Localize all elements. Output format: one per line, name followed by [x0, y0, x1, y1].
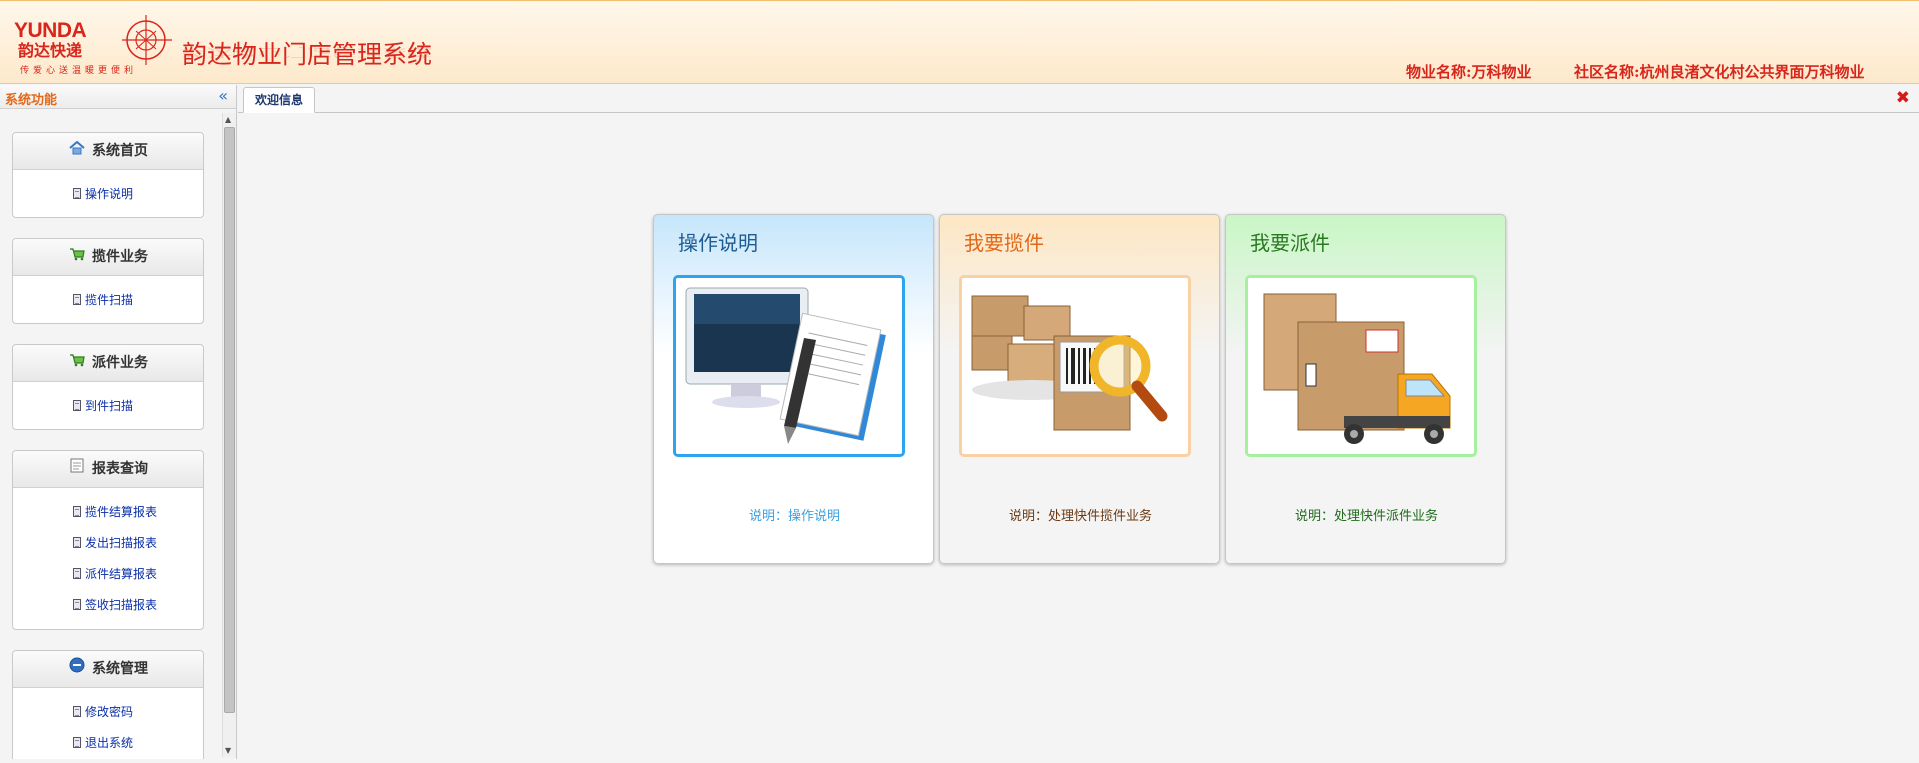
app-title-reflection: 韵达物业门店管理系统 — [182, 45, 433, 59]
home-icon — [68, 133, 86, 169]
document-icon — [73, 400, 81, 411]
menu-item-change-password[interactable]: 修改密码 — [13, 697, 203, 728]
sidebar-title: 系统功能 — [5, 93, 58, 108]
minus-circle-icon — [68, 651, 86, 687]
scroll-up-arrow-icon[interactable]: ▲ — [225, 115, 231, 124]
card-description: 说明：处理快件派件业务 — [1294, 509, 1438, 524]
menu-panel-home: 系统首页 操作说明 — [12, 132, 204, 218]
card-description: 说明：处理快件揽件业务 — [1008, 509, 1152, 524]
tab-welcome[interactable]: 欢迎信息 — [243, 87, 315, 113]
document-icon — [73, 506, 81, 517]
scroll-down-arrow-icon[interactable]: ▼ — [225, 746, 231, 755]
menu-panel-reports: 报表查询 揽件结算报表 发出扫描报表 派件结算报表 签收扫描报表 — [12, 450, 204, 630]
sidebar: 系统功能 « 系统首页 操作说明 揽件业务 揽件扫描 派件业务 到件扫描 报表查… — [0, 85, 237, 759]
menu-panel-title: 派件业务 — [92, 355, 148, 371]
yunda-logo: YUNDA 韵达快递 传爱心送温暖更便利 — [14, 13, 172, 77]
document-icon — [73, 706, 81, 717]
sidebar-header: 系统功能 « — [0, 85, 236, 109]
document-icon — [73, 537, 81, 548]
card-delivery[interactable]: 我要派件 说明：处理快件派件业务 — [1225, 214, 1506, 564]
cart-icon — [68, 345, 86, 381]
menu-item-pickup-settlement-report[interactable]: 揽件结算报表 — [13, 497, 203, 528]
menu-item-logout[interactable]: 退出系统 — [13, 728, 203, 759]
logo-text-cn: 韵达快递 — [18, 41, 83, 60]
menu-item-operation-guide[interactable]: 操作说明 — [13, 179, 203, 210]
menu-panel-delivery: 派件业务 到件扫描 — [12, 344, 204, 430]
menu-panel-system: 系统管理 修改密码 退出系统 — [12, 650, 204, 759]
document-icon — [73, 568, 81, 579]
menu-item-delivery-settlement-report[interactable]: 派件结算报表 — [13, 559, 203, 590]
document-icon — [73, 294, 81, 305]
document-icon — [73, 188, 81, 199]
menu-panel-header[interactable]: 派件业务 — [13, 345, 203, 382]
delivery-truck-boxes-illustration — [1245, 275, 1477, 457]
boxes-barcode-magnifier-illustration — [959, 275, 1191, 457]
tab-bar: 欢迎信息 ✖ — [238, 85, 1919, 113]
computer-document-illustration — [673, 275, 905, 457]
close-tab-icon[interactable]: ✖ — [1896, 88, 1910, 108]
menu-item-label: 修改密码 — [85, 705, 134, 719]
menu-panel-header[interactable]: 系统管理 — [13, 651, 203, 688]
menu-panel-pickup: 揽件业务 揽件扫描 — [12, 238, 204, 324]
sidebar-menu: 系统首页 操作说明 揽件业务 揽件扫描 派件业务 到件扫描 报表查询 揽件结算报… — [0, 110, 237, 759]
menu-item-pickup-scan[interactable]: 揽件扫描 — [13, 285, 203, 316]
card-pickup[interactable]: 我要揽件 说明：处理快件揽件业务 — [939, 214, 1220, 564]
property-name-label: 物业名称:万科物业 — [1406, 63, 1532, 81]
sidebar-scrollbar[interactable]: ▲ ▼ — [222, 113, 236, 757]
menu-panel-header[interactable]: 系统首页 — [13, 133, 203, 170]
document-icon — [73, 737, 81, 748]
card-title: 操作说明 — [678, 231, 758, 255]
report-icon — [68, 451, 86, 487]
community-name-label: 社区名称:杭州良渚文化村公共界面万科物业 — [1574, 63, 1865, 81]
menu-panel-title: 系统管理 — [92, 661, 148, 677]
scrollbar-thumb[interactable] — [224, 127, 235, 713]
collapse-sidebar-icon[interactable]: « — [218, 86, 228, 105]
menu-item-arrival-scan[interactable]: 到件扫描 — [13, 391, 203, 422]
card-description: 说明：操作说明 — [748, 509, 840, 524]
menu-item-dispatch-scan-report[interactable]: 发出扫描报表 — [13, 528, 203, 559]
menu-panel-title: 系统首页 — [92, 143, 148, 159]
menu-panel-title: 报表查询 — [92, 461, 148, 477]
menu-item-label: 到件扫描 — [85, 399, 134, 413]
menu-panel-header[interactable]: 揽件业务 — [13, 239, 203, 276]
menu-item-label: 退出系统 — [85, 736, 134, 750]
menu-panel-title: 揽件业务 — [92, 249, 148, 265]
menu-item-label: 发出扫描报表 — [85, 536, 158, 550]
card-title: 我要派件 — [1250, 231, 1330, 255]
menu-item-signoff-scan-report[interactable]: 签收扫描报表 — [13, 590, 203, 621]
menu-panel-header[interactable]: 报表查询 — [13, 451, 203, 488]
document-icon — [73, 599, 81, 610]
card-operation-guide[interactable]: 操作说明 说明：操作说明 — [653, 214, 934, 564]
main-content: 操作说明 说明：操作说明 我要揽件 说明：处理快件揽件业务 我要派件 说明：处理… — [238, 114, 1919, 759]
logo-crosshair-icon — [122, 15, 172, 65]
menu-item-label: 派件结算报表 — [85, 567, 158, 581]
cart-icon — [68, 239, 86, 275]
menu-item-label: 揽件扫描 — [85, 293, 134, 307]
menu-item-label: 签收扫描报表 — [85, 598, 158, 612]
card-title: 我要揽件 — [964, 231, 1044, 255]
menu-item-label: 操作说明 — [85, 187, 134, 201]
app-header: YUNDA 韵达快递 传爱心送温暖更便利 韵达物业门店管理系统 韵达物业门店管理… — [0, 0, 1919, 84]
menu-item-label: 揽件结算报表 — [85, 505, 158, 519]
